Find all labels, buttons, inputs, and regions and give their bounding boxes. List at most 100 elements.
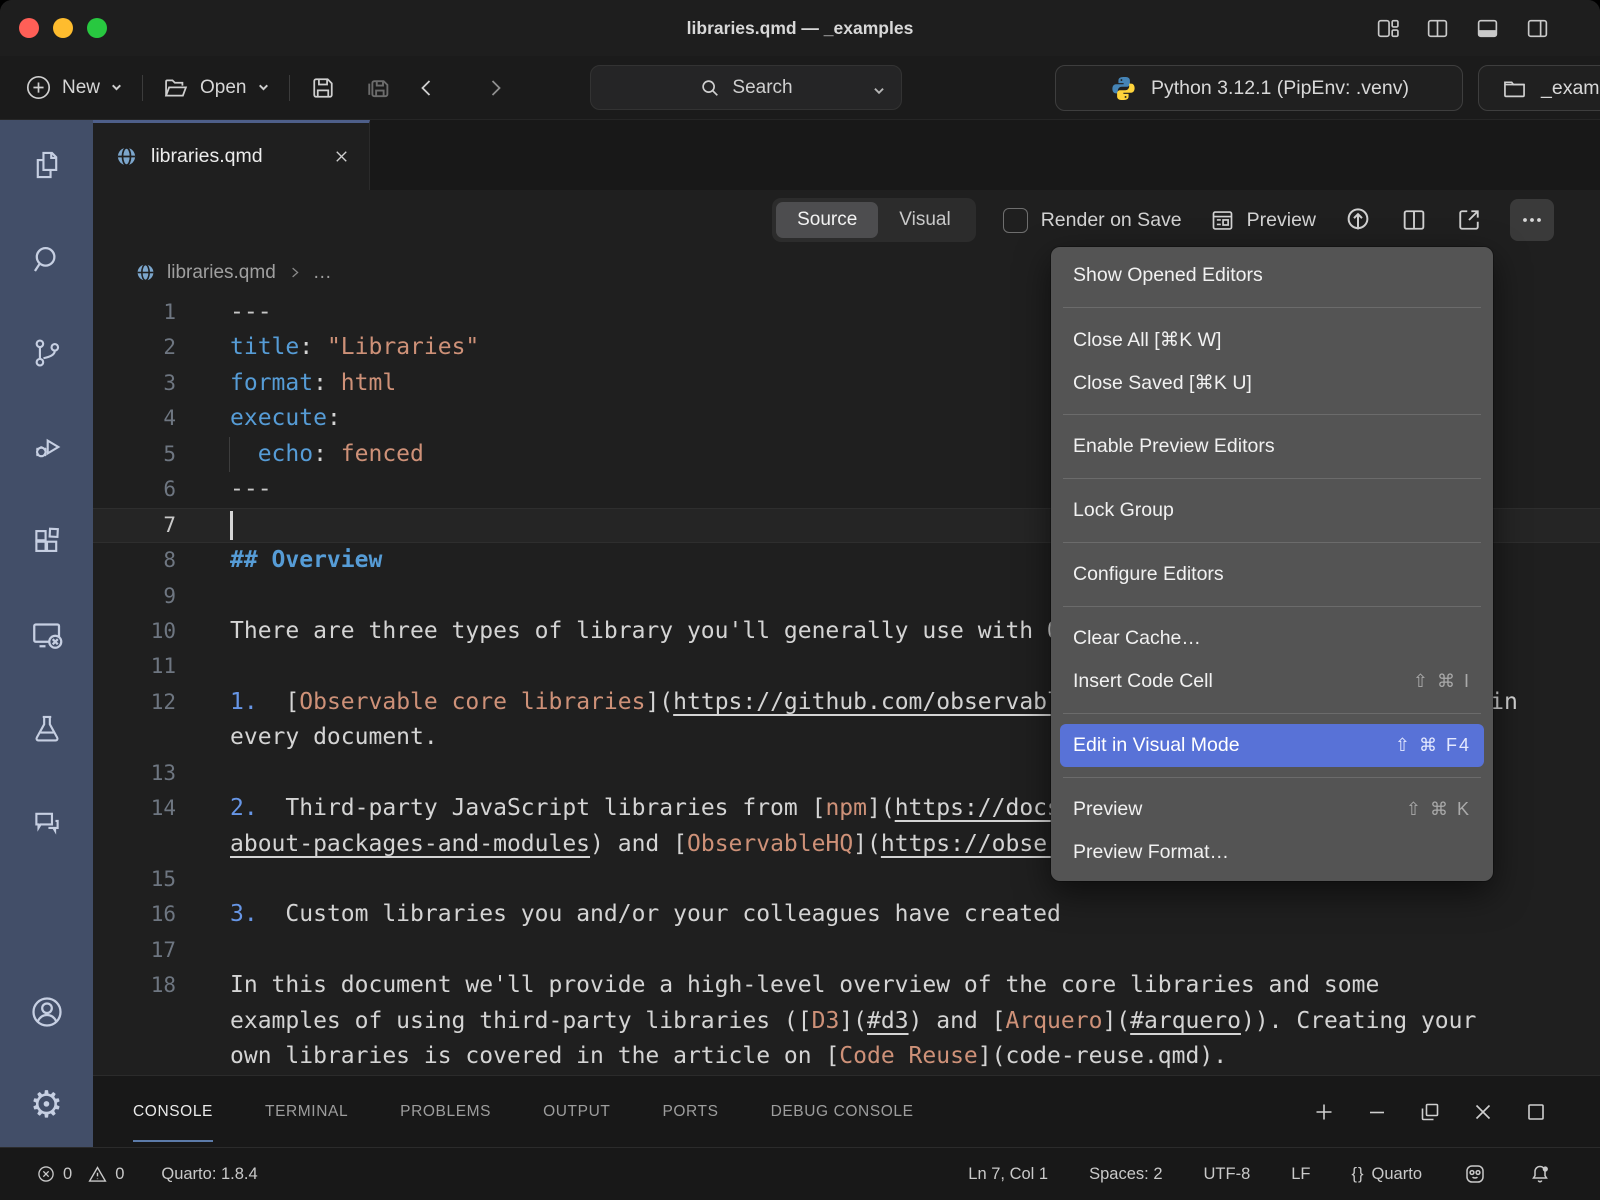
search-icon — [30, 242, 64, 281]
search-input[interactable]: Search — [590, 65, 902, 110]
panel-tab-output[interactable]: OUTPUT — [543, 1076, 610, 1147]
panel-add-icon[interactable] — [1312, 1100, 1336, 1124]
sidebar-item-testing[interactable] — [0, 684, 93, 778]
interpreter-selector[interactable]: Python 3.12.1 (PipEnv: .venv) — [1055, 65, 1463, 111]
chevron-down-icon[interactable] — [872, 82, 886, 104]
save-icon[interactable] — [309, 74, 337, 102]
problems-status[interactable]: 0 0 — [36, 1164, 124, 1185]
language-mode-status[interactable]: {} Quarto — [1352, 1165, 1422, 1184]
new-button[interactable]: New — [25, 74, 123, 101]
python-logo-icon — [1109, 74, 1138, 103]
split-editor-icon[interactable] — [1400, 206, 1428, 234]
open-button[interactable]: Open — [162, 74, 269, 102]
notifications-bell-icon[interactable] — [1528, 1162, 1552, 1186]
line-number: 15 — [93, 862, 176, 897]
menu-item-preview-format[interactable]: Preview Format… — [1051, 831, 1493, 874]
panel-tab-debug-console[interactable]: DEBUG CONSOLE — [771, 1076, 914, 1147]
sidebar-item-run-debug[interactable] — [0, 402, 93, 496]
tab-libraries-qmd[interactable]: libraries.qmd — [93, 120, 370, 190]
sidebar-item-remote-explorer[interactable] — [0, 590, 93, 684]
save-all-icon[interactable] — [363, 73, 393, 103]
quarto-file-icon — [115, 145, 138, 168]
feedback-smiley-icon[interactable] — [1463, 1162, 1487, 1186]
open-in-new-window-icon[interactable] — [1455, 206, 1483, 234]
debug-icon — [30, 430, 64, 469]
toggle-secondary-sidebar-icon[interactable] — [1525, 16, 1550, 41]
cursor-position-status[interactable]: Ln 7, Col 1 — [968, 1165, 1048, 1184]
menu-item-preview[interactable]: Preview⇧ ⌘ K — [1051, 788, 1493, 831]
files-icon — [30, 148, 64, 187]
menu-item-insert-code-cell[interactable]: Insert Code Cell⇧ ⌘ I — [1051, 660, 1493, 703]
sidebar-item-comments[interactable] — [0, 778, 93, 872]
panel-maximize-icon[interactable] — [1524, 1100, 1548, 1124]
panel-tab-problems[interactable]: PROBLEMS — [400, 1076, 491, 1147]
menu-item-edit-in-visual-mode[interactable]: Edit in Visual Mode⇧ ⌘ F4 — [1060, 724, 1484, 767]
panel-tab-console[interactable]: CONSOLE — [133, 1076, 213, 1147]
sidebar-item-source-control[interactable] — [0, 308, 93, 402]
navigate-back-icon[interactable] — [415, 76, 439, 100]
encoding-status[interactable]: UTF-8 — [1204, 1165, 1251, 1184]
code-line[interactable]: 17 — [93, 933, 1600, 968]
line-number: 13 — [93, 756, 176, 791]
language-label: Quarto — [1372, 1165, 1422, 1184]
sidebar-item-explorer[interactable] — [0, 120, 93, 214]
panel-minimize-icon[interactable] — [1365, 1100, 1389, 1124]
panel-close-icon[interactable] — [1471, 1100, 1495, 1124]
panel-tabs: CONSOLE TERMINAL PROBLEMS OUTPUT PORTS DEBUG … — [133, 1076, 914, 1147]
source-mode-button[interactable]: Source — [776, 202, 878, 238]
project-label: _examples — [1541, 77, 1600, 100]
line-number: 10 — [93, 614, 176, 649]
line-number: 14 — [93, 791, 176, 826]
render-on-save-checkbox[interactable] — [1003, 208, 1028, 233]
maximize-window-button[interactable] — [87, 18, 107, 38]
toggle-split-editor-icon[interactable] — [1425, 16, 1450, 41]
menu-item-lock-group[interactable]: Lock Group — [1051, 489, 1493, 532]
code-line[interactable]: 18In this document we'll provide a high-… — [93, 968, 1600, 1003]
sidebar-item-account[interactable] — [0, 967, 93, 1061]
panel-tab-ports[interactable]: PORTS — [662, 1076, 718, 1147]
render-icon[interactable] — [1343, 205, 1373, 235]
menu-item-configure-editors[interactable]: Configure Editors — [1051, 553, 1493, 596]
sidebar-item-settings[interactable]: ⚙ — [0, 1061, 93, 1147]
toggle-panel-icon[interactable] — [1475, 16, 1500, 41]
preview-button[interactable]: Preview — [1209, 207, 1316, 234]
eol-status[interactable]: LF — [1291, 1165, 1310, 1184]
folder-open-icon — [162, 74, 190, 102]
quarto-version-status[interactable]: Quarto: 1.8.4 — [161, 1165, 257, 1184]
title-bar: libraries.qmd — _examples — [0, 0, 1600, 56]
code-text: format: html — [230, 366, 396, 401]
sidebar-item-search[interactable] — [0, 214, 93, 308]
menu-item-clear-cache[interactable]: Clear Cache… — [1051, 617, 1493, 660]
panel-tab-terminal[interactable]: TERMINAL — [265, 1076, 348, 1147]
minimize-window-button[interactable] — [53, 18, 73, 38]
close-window-button[interactable] — [19, 18, 39, 38]
customize-layout-icon[interactable] — [1375, 16, 1400, 41]
code-line[interactable]: 163. Custom libraries you and/or your co… — [93, 897, 1600, 932]
sidebar-item-extensions[interactable] — [0, 496, 93, 590]
more-actions-button[interactable] — [1510, 199, 1554, 241]
line-number — [93, 827, 176, 862]
menu-item-show-opened-editors[interactable]: Show Opened Editors — [1051, 254, 1493, 297]
indentation-status[interactable]: Spaces: 2 — [1089, 1165, 1162, 1184]
toolbar-separator — [289, 75, 290, 101]
visual-mode-button[interactable]: Visual — [878, 202, 971, 238]
code-line[interactable]: examples of using third-party libraries … — [93, 1004, 1600, 1039]
navigate-forward-icon[interactable] — [483, 76, 507, 100]
panel-restore-icon[interactable] — [1418, 1100, 1442, 1124]
menu-item-label: Lock Group — [1073, 499, 1174, 522]
code-text: 3. Custom libraries you and/or your coll… — [230, 897, 1061, 932]
menu-item-close-saved-k-u[interactable]: Close Saved [⌘K U] — [1051, 361, 1493, 404]
quarto-file-icon — [135, 262, 156, 283]
project-selector[interactable]: _examples — [1478, 65, 1600, 111]
close-tab-icon[interactable] — [332, 147, 351, 166]
menu-separator — [1063, 307, 1481, 308]
breadcrumb-more[interactable]: … — [313, 262, 332, 284]
code-line[interactable]: own libraries is covered in the article … — [93, 1039, 1600, 1074]
breadcrumb-file[interactable]: libraries.qmd — [167, 262, 276, 284]
menu-separator — [1063, 777, 1481, 778]
open-button-label: Open — [200, 77, 246, 99]
menu-separator — [1063, 542, 1481, 543]
menu-item-close-all-k-w[interactable]: Close All [⌘K W] — [1051, 318, 1493, 361]
code-text: title: "Libraries" — [230, 330, 479, 365]
menu-item-enable-preview-editors[interactable]: Enable Preview Editors — [1051, 425, 1493, 468]
